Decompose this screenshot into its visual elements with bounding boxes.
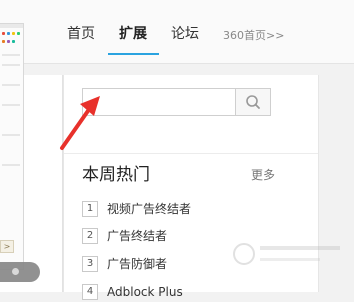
rank-number: 2	[82, 228, 98, 244]
rank-number: 4	[82, 284, 98, 300]
nav-forum[interactable]: 论坛	[171, 25, 199, 43]
nav-360-home[interactable]: 360首页>>	[223, 27, 284, 45]
rank-number: 1	[82, 201, 98, 217]
top-nav: 首页 扩展 论坛 360首页>>	[0, 0, 354, 64]
annotation-arrow-icon	[60, 96, 100, 150]
watermark-logo-icon	[233, 243, 340, 265]
rank-number: 3	[82, 256, 98, 272]
floating-toggle[interactable]	[0, 262, 40, 282]
search-button[interactable]	[235, 88, 271, 116]
toggle-dot-icon	[12, 268, 19, 275]
extension-link[interactable]: Adblock Plus	[107, 284, 183, 300]
extension-link[interactable]: 广告防御者	[107, 256, 167, 272]
more-link[interactable]: 更多	[251, 166, 275, 183]
extension-link[interactable]: 广告终结者	[107, 228, 167, 244]
extension-link[interactable]: 视频广告终结者	[107, 201, 191, 217]
search-icon	[246, 95, 260, 109]
preview-screenshot: >	[0, 23, 24, 270]
preview-next-button[interactable]: >	[0, 240, 14, 253]
section-title: 本周热门	[82, 165, 150, 185]
nav-extensions[interactable]: 扩展	[119, 25, 147, 43]
nav-home[interactable]: 首页	[67, 25, 95, 43]
active-tab-indicator	[108, 53, 159, 55]
